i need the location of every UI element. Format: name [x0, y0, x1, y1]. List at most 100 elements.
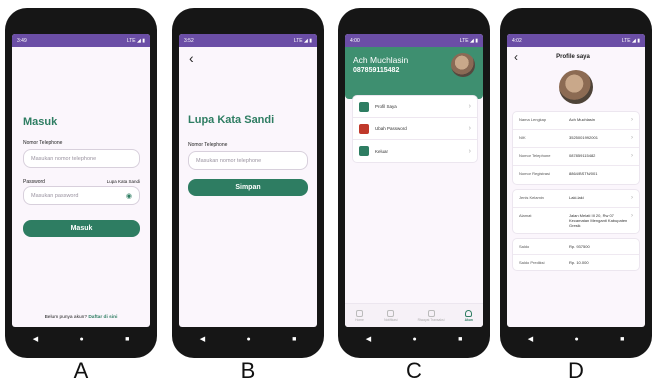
detail-row[interactable]: Nama Lengkap Ach Muchlasin ›: [513, 112, 639, 130]
login-screen: 3:49 LTE ◢ ▮ Masuk Nomor Telephone Masuk…: [12, 34, 150, 327]
personal-card: Jenis Kelamin Laki-laki › Alamat Jalan Mela…: [513, 190, 639, 233]
caption-b: B: [240, 358, 256, 383]
detail-value: Laki-laki: [569, 195, 584, 200]
avatar[interactable]: [451, 53, 475, 77]
account-header: Ach Muchlasin 087859115482: [345, 47, 483, 99]
signup-prompt: Belum punya akun? Daftar di sini: [12, 315, 150, 320]
status-signal: LTE ◢ ▮: [293, 37, 312, 44]
chevron-right-icon: ›: [468, 103, 471, 110]
menu-item-change-password[interactable]: Ubah Password ›: [353, 118, 477, 140]
bottom-tab-bar: Home Notifikasi Riwayat Transaksi Akun: [345, 303, 483, 327]
android-nav-bar: ◀ ● ■: [507, 329, 645, 349]
chevron-right-icon: ›: [631, 213, 633, 219]
status-bar: 4:00 LTE ◢ ▮: [345, 34, 483, 47]
detail-key: Saldo Prediksi: [519, 260, 545, 265]
comparison-figure: 3:49 LTE ◢ ▮ Masuk Nomor Telephone Masuk…: [0, 0, 654, 383]
detail-value: Ach Muchlasin: [569, 117, 596, 122]
back-nav-icon[interactable]: ◀: [528, 336, 533, 343]
menu-label: Keluar: [375, 148, 389, 154]
back-nav-icon[interactable]: ◀: [200, 336, 205, 343]
save-button[interactable]: Simpan: [188, 179, 308, 196]
phone-a: 3:49 LTE ◢ ▮ Masuk Nomor Telephone Masuk…: [5, 8, 157, 358]
detail-key: NIK: [519, 135, 526, 140]
status-signal: LTE ◢ ▮: [126, 37, 145, 44]
page-title: Masuk: [23, 116, 58, 128]
page-title: Lupa Kata Sandi: [188, 114, 275, 126]
android-nav-bar: ◀ ● ■: [345, 329, 483, 349]
tab-label: Notifikasi: [384, 317, 398, 322]
status-time: 3:52: [184, 37, 194, 44]
phone-label: Nomor Telephone: [188, 142, 228, 148]
detail-row[interactable]: NIK 3525001992001 ›: [513, 130, 639, 148]
receipt-icon: [427, 309, 435, 317]
phone-input[interactable]: Masukan nomor telephone: [23, 149, 140, 168]
chevron-right-icon: ›: [468, 125, 471, 132]
caption-c: C: [406, 358, 422, 383]
recent-nav-icon[interactable]: ■: [620, 336, 624, 343]
password-placeholder: Masukan password: [31, 192, 79, 199]
status-bar: 4:02 LTE ◢ ▮: [507, 34, 645, 47]
signup-prefix: Belum punya akun?: [44, 315, 87, 320]
detail-key: Saldo: [519, 244, 530, 249]
detail-row: Saldo Prediksi Rp. 10.000: [513, 255, 639, 270]
back-nav-icon[interactable]: ◀: [366, 336, 371, 343]
home-icon: [355, 309, 363, 317]
phone-label: Nomor Telephone: [23, 140, 63, 146]
detail-row: Nomor Registrasi 8864/BSTN/001: [513, 166, 639, 184]
chevron-right-icon: ›: [631, 135, 633, 141]
eye-icon[interactable]: ◉: [126, 192, 132, 200]
detail-row: Saldo Rp. 937500: [513, 239, 639, 255]
chevron-right-icon: ›: [631, 117, 633, 123]
detail-row[interactable]: Jenis Kelamin Laki-laki ›: [513, 190, 639, 208]
phone-d: 4:02 LTE ◢ ▮ ‹ Profile saya Nama Lengkap…: [500, 8, 652, 358]
recent-nav-icon[interactable]: ■: [292, 336, 296, 343]
detail-value: 087859115482: [569, 153, 596, 158]
account-menu: Profil Saya › Ubah Password › Keluar ›: [353, 96, 477, 162]
detail-value: Rp. 937500: [569, 244, 590, 249]
detail-value: Rp. 10.000: [569, 260, 589, 265]
tab-label: Home: [355, 317, 364, 322]
home-nav-icon[interactable]: ●: [574, 336, 578, 343]
phone-input[interactable]: Masukan nomor telephone: [188, 151, 308, 170]
password-input[interactable]: Masukan password ◉: [23, 186, 140, 205]
recent-nav-icon[interactable]: ■: [458, 336, 462, 343]
back-arrow-icon[interactable]: ‹: [189, 50, 194, 66]
status-bar: 3:52 LTE ◢ ▮: [179, 34, 317, 47]
home-nav-icon[interactable]: ●: [412, 336, 416, 343]
caption-d: D: [568, 358, 584, 383]
tab-label: Akun: [464, 317, 473, 322]
forgot-password-link[interactable]: Lupa Kata Sandi: [107, 179, 140, 185]
detail-key: Nama Lengkap: [519, 117, 547, 122]
detail-row[interactable]: Alamat Jalan Melati III 20, Rw 07 Kecamat…: [513, 208, 639, 233]
menu-label: Ubah Password: [375, 126, 407, 131]
phone-b: 3:52 LTE ◢ ▮ ‹ Lupa Kata Sandi Nomor Tel…: [172, 8, 324, 358]
menu-item-logout[interactable]: Keluar ›: [353, 140, 477, 162]
home-nav-icon[interactable]: ●: [246, 336, 250, 343]
login-button[interactable]: Masuk: [23, 220, 140, 237]
detail-key: Nomor Registrasi: [519, 171, 550, 176]
password-label: Password: [23, 179, 45, 185]
chevron-right-icon: ›: [631, 153, 633, 159]
balance-card: Saldo Rp. 937500 Saldo Prediksi Rp. 10.000: [513, 239, 639, 270]
profile-icon: [359, 101, 369, 112]
identity-card: Nama Lengkap Ach Muchlasin › NIK 3525001992…: [513, 112, 639, 184]
signup-link[interactable]: Daftar di sini: [88, 315, 117, 320]
phone-placeholder: Masukan nomor telephone: [31, 155, 97, 162]
tab-notifications[interactable]: Notifikasi: [384, 309, 398, 322]
detail-key: Jenis Kelamin: [519, 195, 544, 200]
phone-placeholder: Masukan nomor telephone: [196, 157, 262, 164]
recent-nav-icon[interactable]: ■: [125, 336, 129, 343]
tab-home[interactable]: Home: [355, 309, 364, 322]
detail-value: Jalan Melati III 20, Rw 07 Kecamatan Men…: [569, 213, 628, 228]
status-time: 4:02: [512, 37, 522, 44]
detail-value: 8864/BSTN/001: [569, 171, 598, 176]
detail-key: Nomor Telephone: [519, 153, 551, 158]
tab-transactions[interactable]: Riwayat Transaksi: [418, 309, 444, 322]
menu-item-profile[interactable]: Profil Saya ›: [353, 96, 477, 118]
phone-c: 4:00 LTE ◢ ▮ Ach Muchlasin 087859115482 …: [338, 8, 490, 358]
back-nav-icon[interactable]: ◀: [33, 336, 38, 343]
home-nav-icon[interactable]: ●: [79, 336, 83, 343]
logout-icon: [359, 146, 369, 156]
tab-account[interactable]: Akun: [464, 309, 473, 322]
detail-row[interactable]: Nomor Telephone 087859115482 ›: [513, 148, 639, 166]
